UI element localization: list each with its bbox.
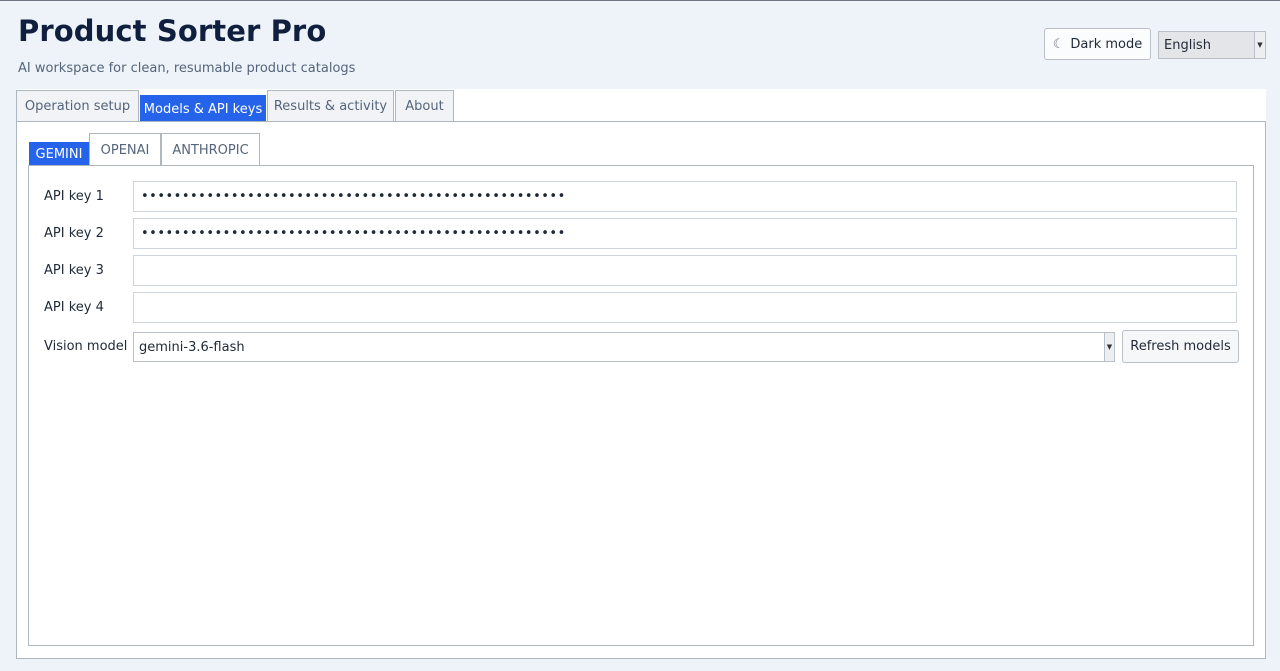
api-key-1-field[interactable]: ••••••••••••••••••••••••••••••••••••••••… <box>133 181 1237 212</box>
app-title: Product Sorter Pro <box>18 14 327 48</box>
tab-label: Models & API keys <box>143 101 263 117</box>
chevron-down-icon: ▼ <box>1254 32 1265 58</box>
vision-model-select[interactable]: gemini-3.6-flash ▼ <box>133 332 1115 362</box>
window-top-border <box>0 0 1280 1</box>
api-key-3-field[interactable] <box>133 255 1237 286</box>
refresh-models-label: Refresh models <box>1130 339 1231 354</box>
tab-anthropic[interactable]: ANTHROPIC <box>161 133 260 166</box>
tab-gemini[interactable]: GEMINI <box>29 142 89 166</box>
tab-operation-setup[interactable]: Operation setup <box>16 90 139 122</box>
tab-label: Results & activity <box>273 99 388 114</box>
refresh-models-button[interactable]: Refresh models <box>1122 330 1239 363</box>
dark-mode-label: Dark mode <box>1070 36 1143 52</box>
api-key-1-value: ••••••••••••••••••••••••••••••••••••••••… <box>141 189 566 204</box>
api-key-4-field[interactable] <box>133 292 1237 323</box>
language-select[interactable]: English ▼ <box>1158 31 1266 59</box>
app-subtitle: AI workspace for clean, resumable produc… <box>18 61 356 76</box>
tab-label: About <box>405 99 444 114</box>
tab-about[interactable]: About <box>395 90 454 122</box>
api-key-4-label: API key 4 <box>44 300 104 315</box>
api-key-2-label: API key 2 <box>44 226 104 241</box>
api-key-3-label: API key 3 <box>44 263 104 278</box>
tab-label: ANTHROPIC <box>172 142 249 158</box>
tab-results-activity[interactable]: Results & activity <box>267 90 394 122</box>
api-key-1-label: API key 1 <box>44 189 104 204</box>
tab-models-api-keys[interactable]: Models & API keys <box>140 95 266 122</box>
dark-mode-button[interactable]: ☾ Dark mode <box>1044 28 1151 60</box>
api-key-2-value: ••••••••••••••••••••••••••••••••••••••••… <box>141 226 566 241</box>
tab-label: GEMINI <box>35 147 83 162</box>
tab-openai[interactable]: OPENAI <box>89 133 161 166</box>
tab-label: Operation setup <box>24 99 131 114</box>
tab-label: OPENAI <box>100 142 150 158</box>
moon-icon: ☾ <box>1052 36 1065 52</box>
vision-model-value: gemini-3.6-flash <box>139 340 245 355</box>
api-key-2-field[interactable]: ••••••••••••••••••••••••••••••••••••••••… <box>133 218 1237 249</box>
chevron-down-icon: ▼ <box>1104 333 1114 361</box>
vision-model-label: Vision model <box>44 339 128 354</box>
language-value: English <box>1164 38 1211 53</box>
